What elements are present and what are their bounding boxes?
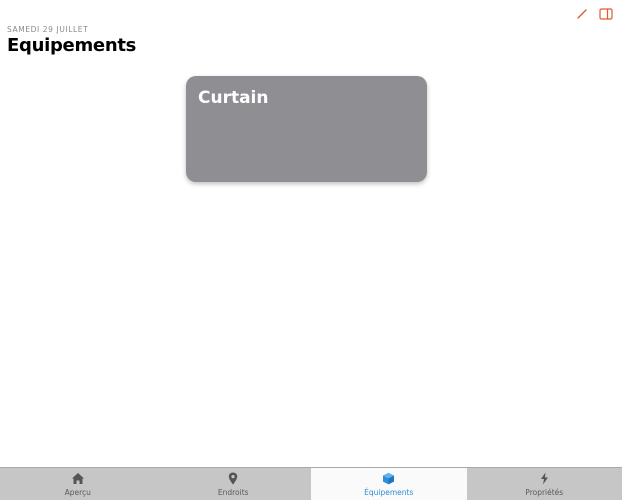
location-pin-icon — [226, 472, 240, 486]
tab-apercu[interactable]: Aperçu — [0, 468, 156, 500]
tab-label: Équipements — [364, 487, 414, 497]
device-card-curtain[interactable]: Curtain — [186, 76, 427, 182]
top-actions — [575, 7, 613, 21]
tab-equipements[interactable]: Équipements — [311, 468, 467, 500]
home-icon — [71, 472, 85, 486]
sidebar-toggle-button[interactable] — [599, 7, 613, 21]
tab-bar: Aperçu Endroits Équipements Propriétés — [0, 467, 622, 500]
tab-label: Propriétés — [525, 487, 564, 497]
device-card-title: Curtain — [198, 88, 269, 108]
sidebar-toggle-icon — [599, 8, 613, 20]
page-header: SAMEDI 29 JUILLET Equipements — [7, 25, 136, 57]
cube-icon — [382, 472, 396, 486]
tab-label: Aperçu — [64, 487, 91, 497]
date-label: SAMEDI 29 JUILLET — [7, 25, 89, 34]
page-title: Equipements — [7, 35, 137, 56]
edit-icon — [577, 9, 587, 19]
tab-endroits[interactable]: Endroits — [156, 468, 312, 500]
edit-button[interactable] — [575, 7, 589, 21]
tab-label: Endroits — [217, 487, 249, 497]
bolt-icon — [537, 472, 551, 486]
tab-proprietes[interactable]: Propriétés — [467, 468, 622, 500]
